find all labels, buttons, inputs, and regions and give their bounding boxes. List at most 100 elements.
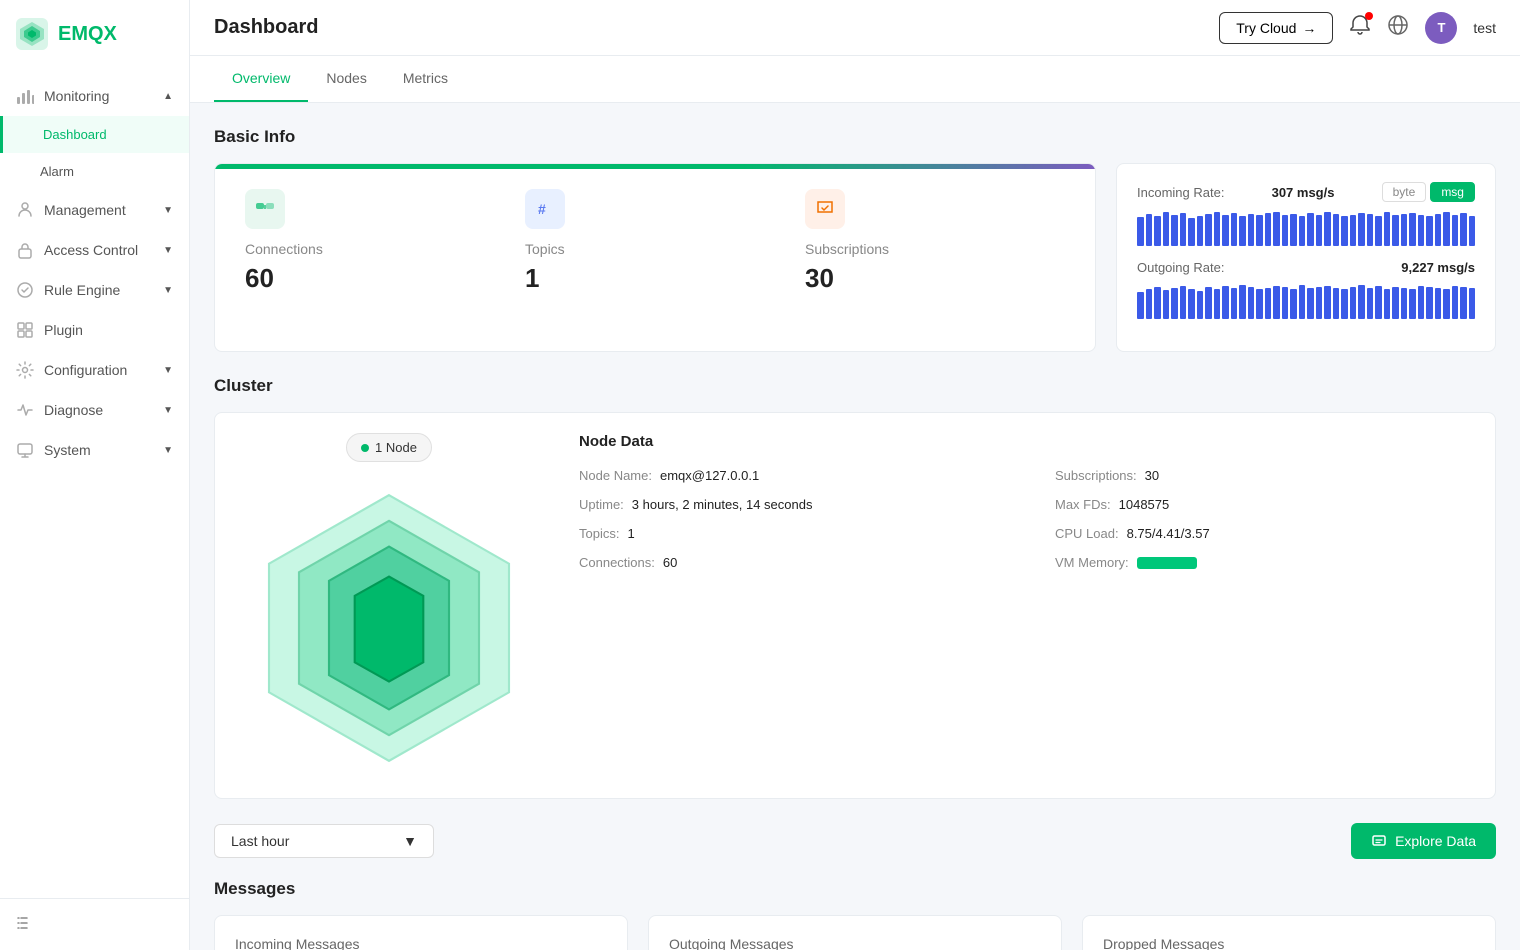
bar (1154, 287, 1161, 319)
try-cloud-button[interactable]: Try Cloud → (1219, 12, 1333, 44)
subscriptions-item: Subscriptions: 30 (1055, 468, 1471, 483)
sidebar-item-management[interactable]: Management ▼ (0, 190, 189, 230)
outgoing-bar-chart (1137, 283, 1475, 319)
connections-data-key: Connections: (579, 555, 655, 570)
subscriptions-val: 30 (1145, 468, 1159, 483)
stats-card: Connections 60 # Topics 1 (214, 163, 1096, 352)
topics-value: 1 (525, 263, 539, 294)
dropped-messages-title: Dropped Messages (1103, 936, 1475, 950)
time-filter-select[interactable]: Last hour ▼ (214, 824, 434, 858)
page-title: Dashboard (214, 16, 318, 39)
monitoring-chevron: ▲ (163, 91, 173, 102)
sidebar: EMQX Monitoring ▲ Dashboard Alarm Ma (0, 0, 190, 950)
sidebar-item-dashboard[interactable]: Dashboard (0, 116, 189, 153)
bar (1239, 216, 1246, 246)
bar (1137, 292, 1144, 319)
bar (1452, 286, 1459, 319)
incoming-rate-value: 307 msg/s (1272, 185, 1335, 200)
sidebar-item-dashboard-label: Dashboard (43, 127, 107, 142)
tabs-bar: Overview Nodes Metrics (190, 56, 1520, 103)
toggle-byte-button[interactable]: byte (1382, 182, 1427, 202)
bar (1205, 287, 1212, 319)
connections-label: Connections (245, 241, 323, 257)
vm-memory-item: VM Memory: (1055, 555, 1471, 570)
bar (1273, 286, 1280, 319)
bar (1146, 214, 1153, 246)
bar (1358, 285, 1365, 319)
stat-connections: Connections 60 (245, 189, 505, 294)
topics-data-key: Topics: (579, 526, 619, 541)
sidebar-item-alarm-label: Alarm (40, 164, 74, 179)
maxfds-item: Max FDs: 1048575 (1055, 497, 1471, 512)
page-body: Basic Info (190, 103, 1520, 950)
bar (1384, 212, 1391, 246)
bar (1231, 288, 1238, 319)
bar (1367, 214, 1374, 246)
sidebar-item-monitoring[interactable]: Monitoring ▲ (0, 76, 189, 116)
tab-nodes[interactable]: Nodes (308, 56, 384, 102)
notification-button[interactable] (1349, 14, 1371, 41)
globe-icon (1387, 14, 1409, 36)
sidebar-item-access-control[interactable]: Access Control ▼ (0, 230, 189, 270)
arrow-icon: → (1302, 20, 1316, 36)
bar (1384, 289, 1391, 319)
bar (1290, 289, 1297, 319)
stat-subscriptions: Subscriptions 30 (785, 189, 1065, 294)
basic-info-row: Connections 60 # Topics 1 (214, 163, 1496, 352)
connections-icon-wrap (245, 189, 285, 229)
management-icon (16, 201, 34, 219)
connections-value: 60 (245, 263, 274, 294)
dropdown-arrow-icon: ▼ (403, 833, 417, 849)
sidebar-item-access-control-label: Access Control (44, 242, 138, 258)
topbar: Dashboard Try Cloud → (190, 0, 1520, 56)
language-button[interactable] (1387, 14, 1409, 41)
sidebar-item-plugin[interactable]: Plugin (0, 310, 189, 350)
bar (1375, 216, 1382, 246)
bar (1316, 215, 1323, 246)
subscriptions-icon-wrap (805, 189, 845, 229)
stat-topics: # Topics 1 (505, 189, 785, 294)
user-avatar[interactable]: T (1425, 12, 1457, 44)
incoming-messages-card: Incoming Messages (214, 915, 628, 950)
sidebar-item-alarm[interactable]: Alarm (0, 153, 189, 190)
bar (1418, 215, 1425, 246)
subscriptions-value: 30 (805, 263, 834, 294)
bar (1316, 287, 1323, 319)
bar (1222, 215, 1229, 246)
cluster-card: 1 Node Node Data Node (214, 412, 1496, 799)
bar (1460, 213, 1467, 246)
tab-metrics[interactable]: Metrics (385, 56, 466, 102)
rule-icon (16, 281, 34, 299)
diagnose-chevron: ▼ (163, 405, 173, 416)
bar (1256, 215, 1263, 246)
node-badge-label: 1 Node (375, 440, 417, 455)
sidebar-item-configuration-label: Configuration (44, 362, 127, 378)
bar (1146, 289, 1153, 319)
content-area: Overview Nodes Metrics Basic Info (190, 56, 1520, 950)
bar (1443, 212, 1450, 246)
tab-overview[interactable]: Overview (214, 56, 308, 102)
toggle-msg-button[interactable]: msg (1430, 182, 1475, 202)
sidebar-item-diagnose[interactable]: Diagnose ▼ (0, 390, 189, 430)
sidebar-item-configuration[interactable]: Configuration ▼ (0, 350, 189, 390)
sidebar-item-system[interactable]: System ▼ (0, 430, 189, 470)
bar (1214, 212, 1221, 246)
outgoing-rate-value: 9,227 msg/s (1401, 260, 1475, 275)
bar (1460, 287, 1467, 319)
sidebar-item-rule-engine[interactable]: Rule Engine ▼ (0, 270, 189, 310)
stats-items: Connections 60 # Topics 1 (215, 169, 1095, 318)
vm-memory-bar (1137, 557, 1197, 569)
user-name: test (1473, 20, 1496, 36)
collapse-icon (16, 915, 32, 931)
bar (1435, 288, 1442, 319)
logo: EMQX (0, 0, 189, 68)
outgoing-rate-header: Outgoing Rate: 9,227 msg/s (1137, 260, 1475, 275)
explore-data-button[interactable]: Explore Data (1351, 823, 1496, 859)
sidebar-item-management-label: Management (44, 202, 126, 218)
maxfds-key: Max FDs: (1055, 497, 1111, 512)
cpu-load-key: CPU Load: (1055, 526, 1119, 541)
uptime-val: 3 hours, 2 minutes, 14 seconds (632, 497, 813, 512)
emqx-logo-icon (16, 18, 48, 50)
collapse-button[interactable] (0, 898, 189, 950)
bar (1409, 289, 1416, 319)
